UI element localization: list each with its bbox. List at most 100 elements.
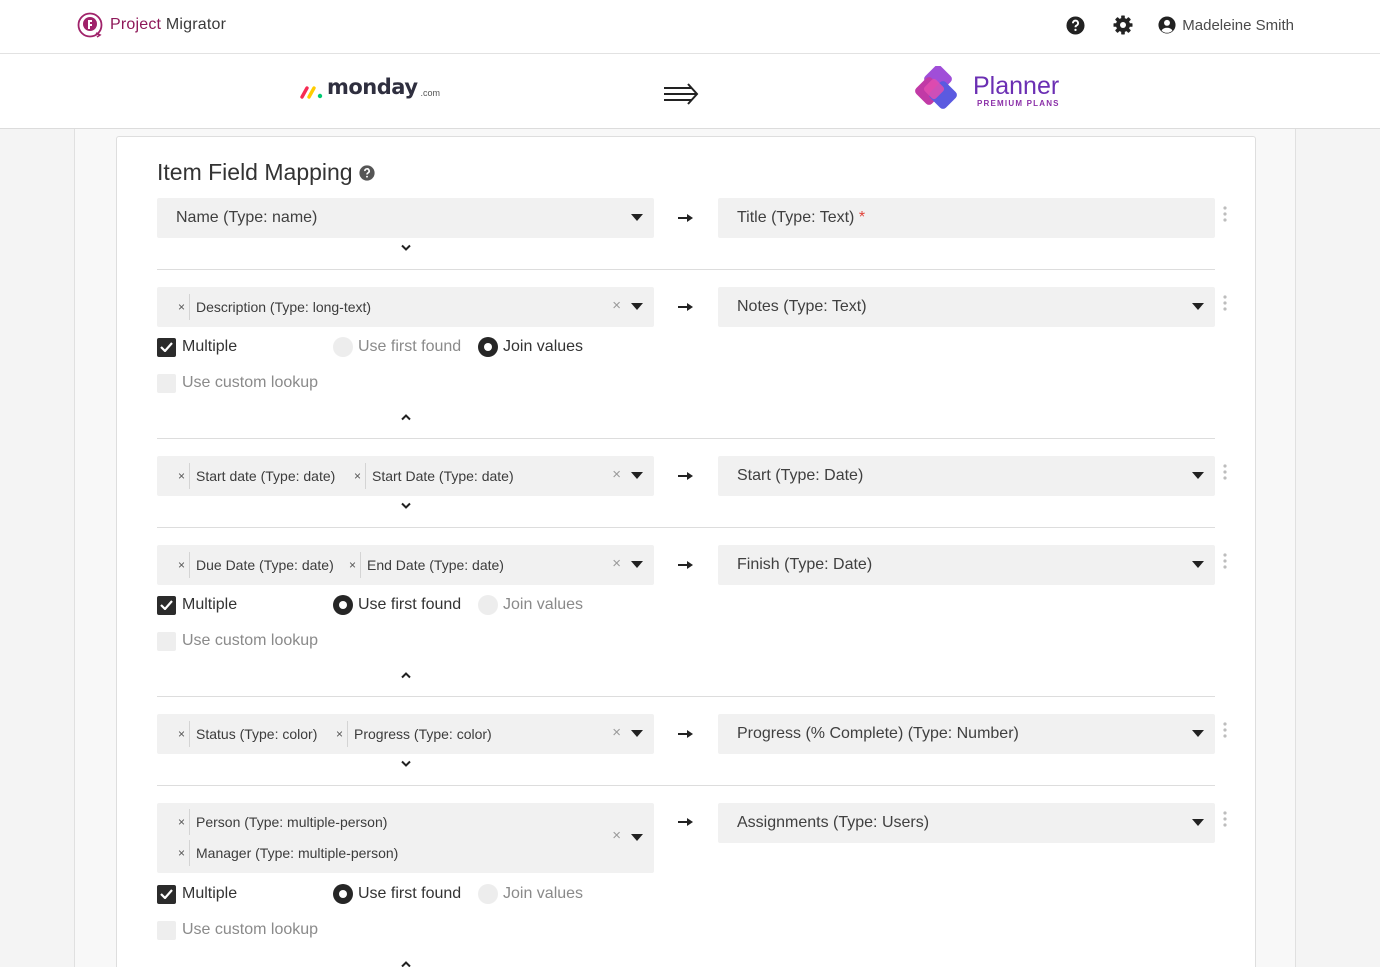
target-logo-subtitle: PREMIUM PLANS [977, 98, 1060, 108]
help-button[interactable] [1062, 12, 1088, 38]
remove-chip-icon[interactable]: × [174, 840, 190, 866]
custom-lookup-checkbox[interactable] [157, 373, 176, 393]
target-field-value: Start (Type: Date) [737, 467, 864, 484]
dropdown-caret-icon[interactable] [631, 214, 643, 222]
source-logo-word: monday [327, 75, 418, 99]
remove-chip-icon[interactable]: × [174, 809, 190, 835]
remove-chip-icon[interactable]: × [345, 552, 361, 578]
dropdown-caret-icon[interactable] [631, 303, 643, 311]
join-values-option: Join values [478, 883, 583, 905]
collapse-chevron-icon[interactable] [400, 413, 412, 421]
multiple-checkbox[interactable] [157, 884, 176, 904]
mapping-arrow-icon [678, 214, 693, 222]
source-field-select[interactable]: × Status (Type: color) × Progress (Type:… [157, 714, 654, 754]
source-field-select[interactable]: Name (Type: name) [157, 198, 654, 238]
source-chip: × Start Date (Type: date) [350, 463, 514, 489]
mapping-row: × Description (Type: long-text) × Notes … [157, 287, 1227, 437]
row-menu-icon[interactable] [1222, 722, 1228, 738]
item-field-mapping-card: Item Field Mapping Name (Type: name) Tit… [116, 136, 1256, 967]
source-field-select[interactable]: × Start date (Type: date) × Start Date (… [157, 456, 654, 496]
dropdown-caret-icon[interactable] [1192, 303, 1204, 311]
target-logo: Planner PREMIUM PLANS [913, 66, 1060, 114]
multiple-checkbox[interactable] [157, 595, 176, 615]
source-chip: × Due Date (Type: date) [174, 552, 334, 578]
target-field-select[interactable]: Start (Type: Date) [718, 456, 1215, 496]
source-field-select[interactable]: × Description (Type: long-text) × [157, 287, 654, 327]
join-values-radio[interactable] [478, 884, 498, 904]
row-menu-icon[interactable] [1222, 206, 1228, 222]
join-values-radio[interactable] [478, 337, 498, 357]
expand-chevron-icon[interactable] [400, 502, 412, 510]
clear-selection-icon[interactable]: × [612, 466, 621, 483]
remove-chip-icon[interactable]: × [332, 721, 348, 747]
clear-selection-icon[interactable]: × [612, 827, 621, 844]
target-field-value: Finish (Type: Date) [737, 556, 873, 573]
source-field-select[interactable]: × Due Date (Type: date) × End Date (Type… [157, 545, 654, 585]
remove-chip-icon[interactable]: × [174, 721, 190, 747]
clear-selection-icon[interactable]: × [612, 555, 621, 572]
source-chip: × Description (Type: long-text) [174, 294, 371, 320]
target-field-select[interactable]: Title (Type: Text) * [718, 198, 1215, 238]
custom-lookup-label: Use custom lookup [182, 632, 319, 649]
clear-selection-icon[interactable]: × [612, 724, 621, 741]
mapping-row: × Due Date (Type: date) × End Date (Type… [157, 545, 1227, 695]
use-first-found-radio[interactable] [333, 884, 353, 904]
remove-chip-icon[interactable]: × [350, 463, 366, 489]
row-menu-icon[interactable] [1222, 553, 1228, 569]
source-field-select[interactable]: × Person (Type: multiple-person) × Manag… [157, 803, 654, 873]
join-values-radio[interactable] [478, 595, 498, 615]
dropdown-caret-icon[interactable] [1192, 472, 1204, 480]
remove-chip-icon[interactable]: × [174, 294, 190, 320]
multiple-option: Multiple [157, 336, 237, 358]
remove-chip-icon[interactable]: × [174, 552, 190, 578]
dropdown-caret-icon[interactable] [1192, 730, 1204, 738]
mapping-row: × Person (Type: multiple-person) × Manag… [157, 803, 1227, 967]
settings-button[interactable] [1110, 12, 1136, 38]
source-field-value: Name (Type: name) [176, 209, 318, 226]
dropdown-caret-icon[interactable] [631, 730, 643, 738]
multiple-checkbox[interactable] [157, 337, 176, 357]
row-menu-icon[interactable] [1222, 295, 1228, 311]
target-field-select[interactable]: Progress (% Complete) (Type: Number) [718, 714, 1215, 754]
settings-icon [1113, 15, 1133, 35]
expand-chevron-icon[interactable] [400, 760, 412, 768]
row-menu-icon[interactable] [1222, 811, 1228, 827]
source-chip: × Start date (Type: date) [174, 463, 335, 489]
target-field-select[interactable]: Notes (Type: Text) [718, 287, 1215, 327]
source-logo-tld: .com [420, 88, 441, 98]
target-field-value: Assignments (Type: Users) [737, 814, 930, 831]
use-first-found-radio[interactable] [333, 595, 353, 615]
migration-banner: monday .com Planner PREMIUM PLANS [0, 54, 1380, 129]
collapse-chevron-icon[interactable] [400, 671, 412, 679]
user-menu[interactable]: Madeleine Smith [1158, 16, 1294, 34]
help-tooltip-icon[interactable] [358, 164, 375, 181]
row-divider [157, 438, 1215, 439]
app-brand[interactable]: Project Migrator [76, 10, 226, 40]
target-field-value: Notes (Type: Text) [737, 298, 867, 315]
dropdown-caret-icon[interactable] [631, 472, 643, 480]
collapse-chevron-icon[interactable] [400, 960, 412, 967]
remove-chip-icon[interactable]: × [174, 463, 190, 489]
row-divider [157, 785, 1215, 786]
planner-logo-icon [915, 66, 957, 109]
custom-lookup-option: Use custom lookup [157, 372, 318, 394]
required-indicator: * [858, 209, 866, 226]
use-first-found-label: Use first found [358, 596, 462, 613]
custom-lookup-checkbox[interactable] [157, 920, 176, 940]
row-menu-icon[interactable] [1222, 464, 1228, 480]
dropdown-caret-icon[interactable] [631, 834, 643, 842]
clear-selection-icon[interactable]: × [612, 297, 621, 314]
use-first-found-option: Use first found [333, 883, 461, 905]
target-field-value: Title (Type: Text) * [737, 209, 866, 226]
dropdown-caret-icon[interactable] [1192, 561, 1204, 569]
multiple-label: Multiple [182, 596, 238, 613]
target-field-select[interactable]: Finish (Type: Date) [718, 545, 1215, 585]
dropdown-caret-icon[interactable] [631, 561, 643, 569]
dropdown-caret-icon[interactable] [1192, 819, 1204, 827]
custom-lookup-checkbox[interactable] [157, 631, 176, 651]
expand-chevron-icon[interactable] [400, 244, 412, 252]
target-field-select[interactable]: Assignments (Type: Users) [718, 803, 1215, 843]
multiple-option: Multiple [157, 594, 237, 616]
use-first-found-radio[interactable] [333, 337, 353, 357]
join-values-option: Join values [478, 336, 583, 358]
